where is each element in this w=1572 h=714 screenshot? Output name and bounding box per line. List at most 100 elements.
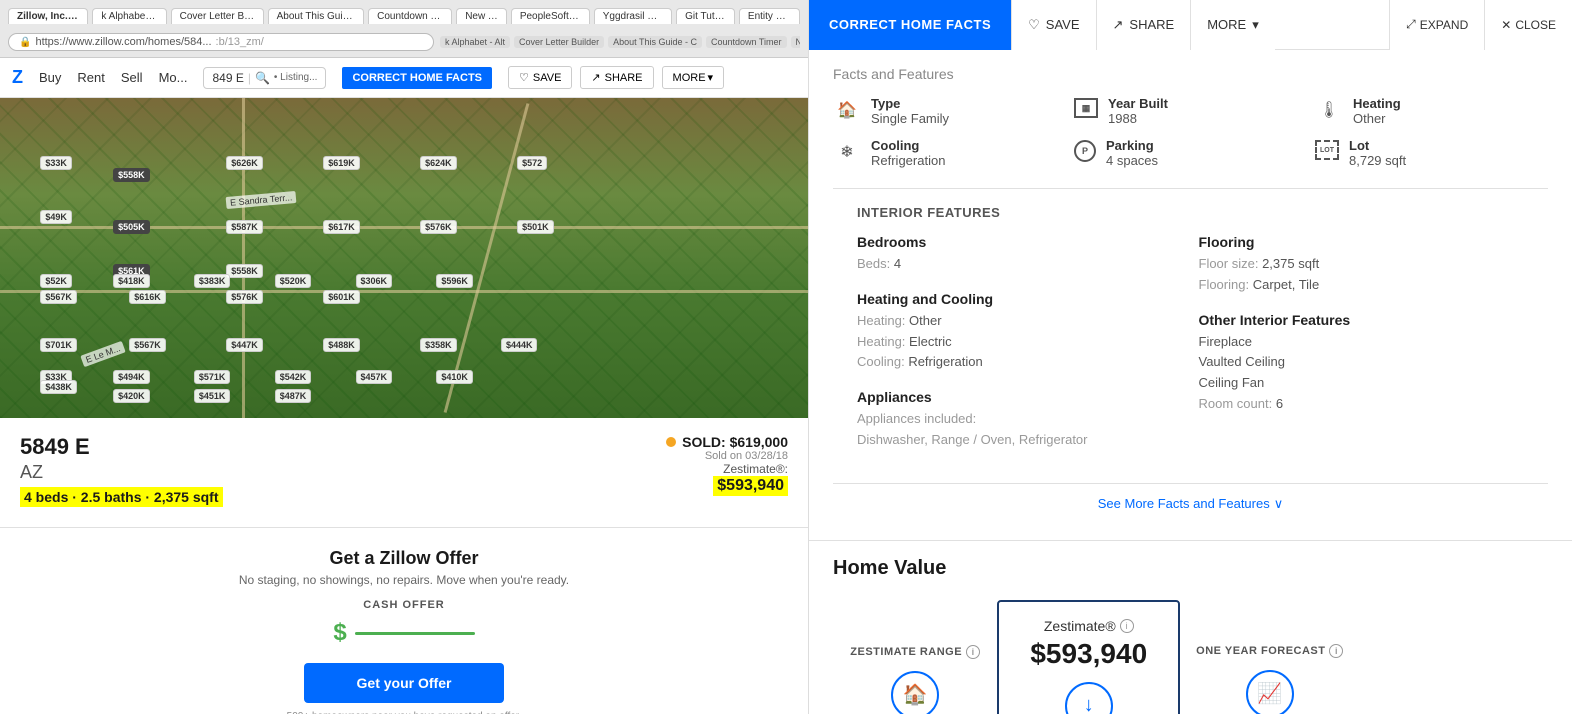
- price-label-1[interactable]: $33K: [40, 156, 72, 170]
- feature-group-flooring: Flooring Floor size: 2,375 sqft Flooring…: [1199, 234, 1525, 296]
- url-input[interactable]: 🔒 https://www.zillow.com/homes/584... :b…: [8, 33, 434, 51]
- price-label-14[interactable]: $558K: [226, 264, 263, 278]
- zestimate-main-card: Zestimate® i $593,940 ↓ LAST 30 DAY CHAN…: [997, 600, 1180, 714]
- price-label-22[interactable]: $488K: [323, 338, 360, 352]
- browser-tab-timer[interactable]: Countdown Timer: [368, 8, 452, 24]
- see-more-link[interactable]: See More Facts and Features ∨: [845, 496, 1536, 512]
- sold-info: SOLD: $619,000 Sold on 03/28/18 Zestimat…: [666, 434, 788, 496]
- sold-date: Sold on 03/28/18: [705, 450, 788, 462]
- price-label-28[interactable]: $520K: [275, 274, 312, 288]
- fact-heating-label: Heating: [1353, 96, 1401, 111]
- nav-sell[interactable]: Sell: [121, 70, 143, 85]
- price-label-24[interactable]: $444K: [501, 338, 538, 352]
- get-offer-button[interactable]: Get your Offer: [304, 663, 504, 703]
- nav-more[interactable]: Mo...: [159, 70, 188, 85]
- price-label-33[interactable]: $571K: [194, 370, 231, 384]
- snowflake-icon: ❄: [833, 138, 861, 166]
- price-label-38[interactable]: $420K: [113, 389, 150, 403]
- browser-tab-ygg[interactable]: Yggdrasil Game: [594, 8, 672, 24]
- browser-tab-git[interactable]: Git Tutorial: [676, 8, 735, 24]
- browser-tab-entity[interactable]: Entity Fra...: [739, 8, 800, 24]
- fact-cooling-label: Cooling: [871, 138, 945, 153]
- price-label-23[interactable]: $358K: [420, 338, 457, 352]
- forecast-chart-icon: 📈: [1246, 670, 1294, 714]
- ceiling-fan: Ceiling Fan: [1199, 373, 1525, 394]
- more-button-right[interactable]: MORE ▾: [1190, 0, 1275, 50]
- price-label-40[interactable]: $487K: [275, 389, 312, 403]
- price-label-19[interactable]: $701K: [40, 338, 77, 352]
- price-label-30[interactable]: $596K: [436, 274, 473, 288]
- bookmark-countdown[interactable]: Countdown Timer: [706, 36, 787, 48]
- price-label-9[interactable]: $587K: [226, 220, 263, 234]
- map-aerial: $33K $558K $626K $619K $624K $572 $49K $…: [0, 98, 808, 418]
- road-vertical-1: [242, 98, 245, 418]
- more-button-left[interactable]: MORE ▾: [662, 66, 725, 89]
- lock-icon: 🔒: [19, 37, 31, 48]
- share-button-left[interactable]: ↗ SHARE: [580, 66, 653, 89]
- price-label-25[interactable]: $52K: [40, 274, 72, 288]
- property-stats: 4 beds · 2.5 baths · 2,375 sqft: [20, 487, 223, 507]
- price-label-36[interactable]: $410K: [436, 370, 473, 384]
- price-label-3[interactable]: $626K: [226, 156, 263, 170]
- browser-chrome: Zillow, Inc. [US] k Alphabet - Alt Cover…: [0, 0, 808, 58]
- price-label-15[interactable]: $567K: [40, 290, 77, 304]
- browser-tab-peoplesoft[interactable]: PeopleSoft DEV: [511, 8, 590, 24]
- close-button[interactable]: ✕ CLOSE: [1484, 0, 1572, 50]
- see-more-label: See More Facts and Features: [1098, 496, 1270, 511]
- price-label-32[interactable]: $494K: [113, 370, 150, 384]
- fact-parking-label: Parking: [1106, 138, 1158, 153]
- price-label-29[interactable]: $306K: [356, 274, 393, 288]
- zillow-logo: Z: [12, 67, 23, 88]
- bookmark-guide[interactable]: About This Guide - C: [608, 36, 702, 48]
- correct-home-facts-button-right[interactable]: CORRECT HOME FACTS: [809, 0, 1011, 50]
- price-label-8[interactable]: $505K: [113, 220, 150, 234]
- search-bar[interactable]: 849 E | 🔍 • Listing...: [203, 67, 326, 89]
- price-label-26[interactable]: $418K: [113, 274, 150, 288]
- nav-buy[interactable]: Buy: [39, 70, 61, 85]
- fact-heating-value: Other: [1353, 111, 1401, 126]
- appliances-list: Dishwasher, Range / Oven, Refrigerator: [857, 430, 1183, 451]
- price-label-27[interactable]: $383K: [194, 274, 231, 288]
- bookmark-alphabet[interactable]: k Alphabet - Alt: [440, 36, 510, 48]
- save-button-right[interactable]: ♡ SAVE: [1011, 0, 1095, 50]
- fact-lot-label: Lot: [1349, 138, 1406, 153]
- price-label-21[interactable]: $447K: [226, 338, 263, 352]
- price-label-34[interactable]: $542K: [275, 370, 312, 384]
- price-label-39[interactable]: $451K: [194, 389, 231, 403]
- price-label-6[interactable]: $572: [517, 156, 547, 170]
- price-label-10[interactable]: $617K: [323, 220, 360, 234]
- price-label-7[interactable]: $49K: [40, 210, 72, 224]
- price-label-37[interactable]: $438K: [40, 380, 77, 394]
- price-label-5[interactable]: $624K: [420, 156, 457, 170]
- browser-tab-guide[interactable]: About This Guide - C: [268, 8, 365, 24]
- browser-tab-zillow[interactable]: Zillow, Inc. [US]: [8, 8, 88, 24]
- price-label-2[interactable]: $558K: [113, 168, 150, 182]
- browser-tab-alphabet[interactable]: k Alphabet - Alt: [92, 8, 166, 24]
- save-button-left[interactable]: ♡ SAVE: [508, 66, 572, 89]
- browser-tab-cover[interactable]: Cover Letter Builder: [171, 8, 264, 24]
- correct-home-facts-button-left[interactable]: CORRECT HOME FACTS: [342, 67, 492, 89]
- forecast-info-icon[interactable]: i: [1329, 644, 1343, 658]
- price-label-35[interactable]: $457K: [356, 370, 393, 384]
- bookmark-bar: k Alphabet - Alt Cover Letter Builder Ab…: [440, 36, 800, 48]
- heart-icon: ♡: [1028, 17, 1040, 33]
- share-button-right[interactable]: ↗ SHARE: [1096, 0, 1191, 50]
- price-label-16[interactable]: $616K: [129, 290, 166, 304]
- zestimate-card-title: Zestimate® i: [1044, 618, 1134, 634]
- sold-price: SOLD: $619,000: [682, 434, 788, 450]
- price-label-20[interactable]: $567K: [129, 338, 166, 352]
- zestimate-info-icon[interactable]: i: [1120, 619, 1134, 633]
- price-label-4[interactable]: $619K: [323, 156, 360, 170]
- price-label-12[interactable]: $501K: [517, 220, 554, 234]
- range-info-icon[interactable]: i: [966, 645, 980, 659]
- price-label-18[interactable]: $601K: [323, 290, 360, 304]
- price-label-17[interactable]: $576K: [226, 290, 263, 304]
- bookmark-newtab[interactable]: New Tab: [791, 36, 800, 48]
- browser-tab-newtab[interactable]: New Tab: [456, 8, 507, 24]
- price-label-11[interactable]: $576K: [420, 220, 457, 234]
- expand-button[interactable]: ⤢ EXPAND: [1389, 0, 1484, 50]
- bookmark-cover[interactable]: Cover Letter Builder: [514, 36, 604, 48]
- appliances-title: Appliances: [857, 389, 1183, 405]
- nav-rent[interactable]: Rent: [77, 70, 104, 85]
- map-container[interactable]: $33K $558K $626K $619K $624K $572 $49K $…: [0, 98, 808, 418]
